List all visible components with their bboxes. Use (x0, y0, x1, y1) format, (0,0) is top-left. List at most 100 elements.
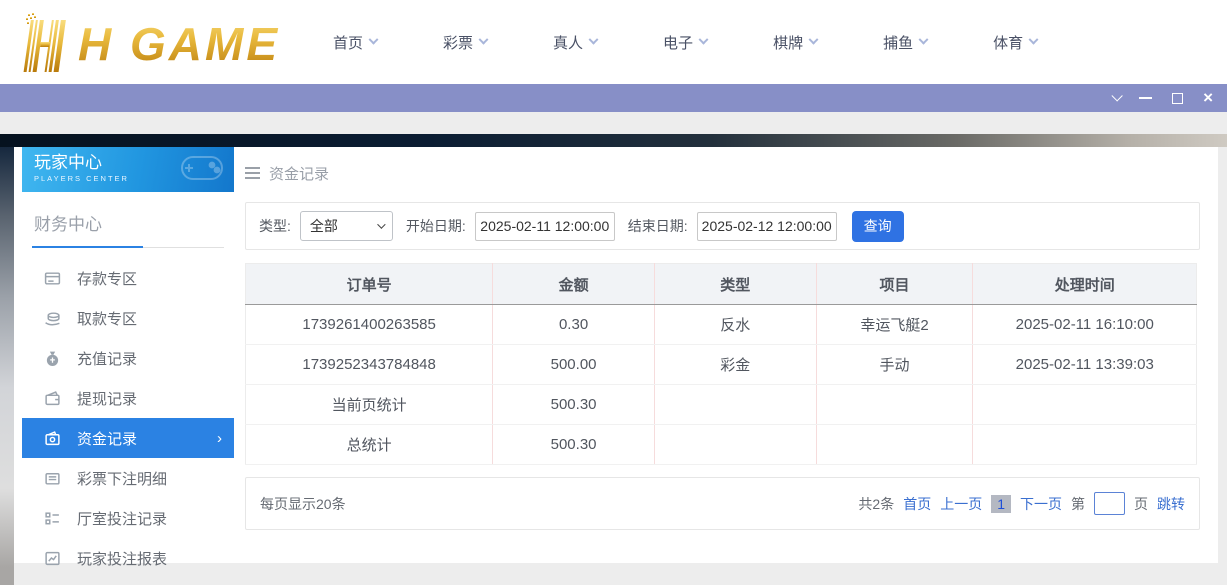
cell-empty (654, 385, 816, 425)
table-row: 1739261400263585 0.30 反水 幸运飞艇2 2025-02-1… (246, 305, 1197, 345)
chevron-down-icon (369, 34, 379, 44)
main-nav: 首页 彩票 真人 电子 棋牌 捕鱼 体育 (333, 0, 1037, 84)
maximize-icon[interactable] (1172, 93, 1183, 104)
cell-type: 反水 (654, 305, 816, 345)
type-select[interactable]: 全部 (300, 211, 393, 241)
cell-item: 幸运飞艇2 (816, 305, 973, 345)
cell-empty (816, 425, 973, 465)
table-header-row: 订单号 金额 类型 项目 处理时间 (246, 264, 1197, 305)
start-date-label: 开始日期: (406, 216, 466, 236)
cell-label: 当前页统计 (246, 385, 493, 425)
page-size-text: 每页显示20条 (260, 494, 346, 514)
cell-amount: 500.00 (493, 345, 655, 385)
close-icon[interactable]: × (1203, 91, 1213, 105)
cell-empty (973, 425, 1197, 465)
start-date-input[interactable] (475, 212, 615, 241)
nav-item-fishing[interactable]: 捕鱼 (883, 32, 927, 53)
table-row-grand-total: 总统计 500.30 (246, 425, 1197, 465)
type-label: 类型: (259, 216, 291, 236)
total-count-text: 共2条 (858, 494, 894, 514)
cell-label: 总统计 (246, 425, 493, 465)
nav-label: 体育 (993, 32, 1023, 53)
funds-record-icon (44, 430, 61, 447)
cell-type: 彩金 (654, 345, 816, 385)
window-titlebar: × (0, 84, 1227, 112)
col-header-time: 处理时间 (973, 264, 1197, 305)
chevron-down-icon (809, 34, 819, 44)
type-select-value: 全部 (310, 216, 338, 236)
chevron-down-icon (1029, 34, 1039, 44)
logo-text: H GAME (78, 14, 280, 74)
sidebar-item-lottery-bet-detail[interactable]: 彩票下注明细 (22, 458, 234, 498)
chevron-down-icon (589, 34, 599, 44)
chevron-down-icon (377, 220, 385, 228)
minimize-icon[interactable] (1139, 97, 1152, 99)
cell-empty (654, 425, 816, 465)
cell-empty (816, 385, 973, 425)
sidebar-item-label: 彩票下注明细 (77, 468, 167, 489)
top-header: H GAME 首页 彩票 真人 电子 棋牌 捕鱼 体育 (0, 0, 1227, 84)
col-header-order-no: 订单号 (246, 264, 493, 305)
sidebar-item-recharge-record[interactable]: 充值记录 (22, 338, 234, 378)
collapse-chevron-icon[interactable] (1111, 94, 1119, 102)
withdraw-hand-icon (44, 310, 61, 327)
sidebar-item-funds-record[interactable]: 资金记录 › (22, 418, 234, 458)
cell-item: 手动 (816, 345, 973, 385)
nav-item-lottery[interactable]: 彩票 (443, 32, 487, 53)
logo-mark-stylized-h (20, 12, 78, 74)
sidebar: 玩家中心 PLAYERS CENTER 财务中心 存款专区 (22, 147, 234, 563)
wallet-icon (44, 390, 61, 407)
chevron-down-icon (479, 34, 489, 44)
deposit-card-icon (44, 270, 61, 287)
chevron-right-icon: › (217, 431, 222, 446)
sidebar-item-deposit-zone[interactable]: 存款专区 (22, 258, 234, 298)
cell-order-no: 1739261400263585 (246, 305, 493, 345)
first-page-link[interactable]: 首页 (903, 494, 931, 514)
pager-controls: 共2条 首页 上一页 1 下一页 第 页 跳转 (858, 492, 1185, 515)
current-page-badge[interactable]: 1 (991, 495, 1011, 513)
cell-time: 2025-02-11 13:39:03 (973, 345, 1197, 385)
filter-bar: 类型: 全部 开始日期: 结束日期: 查询 (245, 202, 1200, 250)
col-header-amount: 金额 (493, 264, 655, 305)
jump-button[interactable]: 跳转 (1157, 494, 1185, 514)
nav-label: 彩票 (443, 32, 473, 53)
nav-label: 电子 (663, 32, 693, 53)
cell-amount: 500.30 (493, 385, 655, 425)
sidebar-item-label: 玩家投注报表 (77, 548, 167, 569)
sidebar-menu: 存款专区 取款专区 充值记录 (22, 258, 234, 578)
chevron-down-icon (699, 34, 709, 44)
nav-label: 首页 (333, 32, 363, 53)
funds-record-table: 订单号 金额 类型 项目 处理时间 1739261400263585 0.30 … (245, 263, 1197, 465)
spacer-strip (0, 112, 1227, 134)
jump-page-input[interactable] (1094, 492, 1125, 515)
prev-page-link[interactable]: 上一页 (940, 494, 982, 514)
money-bag-icon (44, 350, 61, 367)
search-button[interactable]: 查询 (852, 211, 904, 242)
background-left-edge (0, 147, 14, 585)
nav-item-chess[interactable]: 棋牌 (773, 32, 817, 53)
brand-logo[interactable]: H GAME (20, 10, 280, 74)
chevron-down-icon (919, 34, 929, 44)
next-page-link[interactable]: 下一页 (1020, 494, 1062, 514)
sidebar-item-player-bet-report[interactable]: 玩家投注报表 (22, 538, 234, 578)
sidebar-item-withdraw-zone[interactable]: 取款专区 (22, 298, 234, 338)
pagination-bar: 每页显示20条 共2条 首页 上一页 1 下一页 第 页 跳转 (245, 477, 1200, 530)
players-center-header: 玩家中心 PLAYERS CENTER (22, 147, 234, 192)
finance-center-heading: 财务中心 (32, 210, 224, 248)
end-date-label: 结束日期: (628, 216, 688, 236)
sidebar-item-label: 取款专区 (77, 308, 137, 329)
hamburger-menu-icon[interactable] (245, 172, 260, 174)
col-header-item: 项目 (816, 264, 973, 305)
nav-item-home[interactable]: 首页 (333, 32, 377, 53)
nav-item-live[interactable]: 真人 (553, 32, 597, 53)
sidebar-item-label: 资金记录 (77, 428, 137, 449)
sidebar-item-withdrawal-record[interactable]: 提现记录 (22, 378, 234, 418)
nav-item-slots[interactable]: 电子 (663, 32, 707, 53)
sidebar-item-room-bet-record[interactable]: 厅室投注记录 (22, 498, 234, 538)
nav-item-sports[interactable]: 体育 (993, 32, 1037, 53)
end-date-input[interactable] (697, 212, 837, 241)
nav-label: 捕鱼 (883, 32, 913, 53)
gamepad-icon (176, 149, 228, 187)
sidebar-item-label: 存款专区 (77, 268, 137, 289)
cell-time: 2025-02-11 16:10:00 (973, 305, 1197, 345)
